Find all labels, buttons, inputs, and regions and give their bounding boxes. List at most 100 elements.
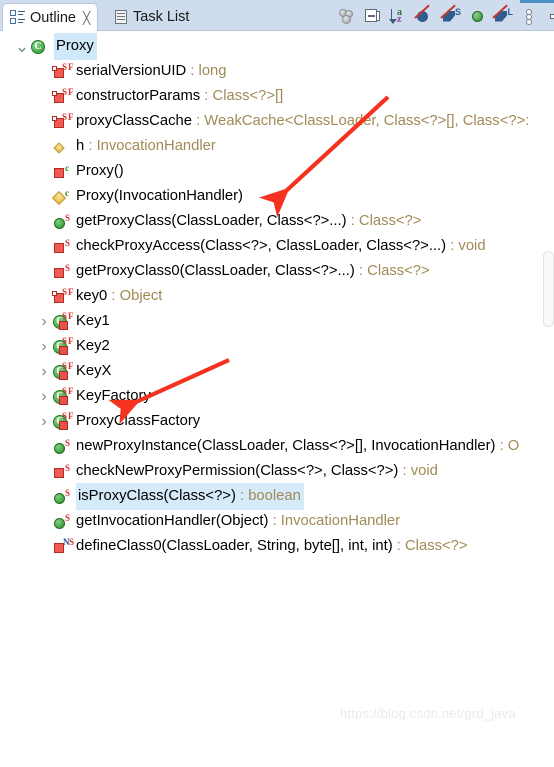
tree-row[interactable]: ScheckNewProxyPermission(Class<?>, Class… — [36, 459, 438, 484]
tree-row-name: Key1 — [76, 313, 110, 329]
hide-local-types-icon: L — [494, 9, 512, 25]
tree-row-return-type: : long — [186, 63, 226, 79]
tree-row-label: checkProxyAccess(Class<?>, ClassLoader, … — [76, 234, 486, 259]
tree-row-name: newProxyInstance(ClassLoader, Class<?>[]… — [76, 438, 495, 454]
tree-row[interactable]: SFserialVersionUID : long — [36, 59, 227, 84]
chevron-right-icon[interactable]: › — [36, 309, 52, 334]
minimize-button[interactable] — [544, 7, 554, 27]
green-dot-icon — [472, 11, 483, 22]
watermark-text: https://blog.csdn.net/grd_java — [340, 706, 516, 721]
tree-row[interactable]: SgetProxyClass(ClassLoader, Class<?>...)… — [36, 209, 421, 234]
tree-row[interactable]: ›CSFKeyX — [36, 359, 111, 384]
public-method-icon: S — [52, 487, 72, 507]
private-inner-class-icon: CSF — [52, 412, 72, 432]
modifier-badge-static: S — [65, 239, 70, 248]
hide-fields-button[interactable] — [414, 7, 436, 27]
chevron-right-icon[interactable]: › — [36, 334, 52, 359]
chevron-right-icon[interactable]: › — [36, 384, 52, 409]
tree-row[interactable]: ›CSFKeyFactory — [36, 384, 151, 409]
modifier-badge-constructor: c — [65, 164, 69, 173]
twisty-placeholder — [36, 534, 52, 559]
tree-row-return-type: : WeakCache<ClassLoader, Class<?>[], Cla… — [192, 113, 529, 129]
outline-view-icon — [10, 10, 25, 25]
close-icon[interactable]: ╳ — [83, 12, 90, 24]
twisty-placeholder — [36, 509, 52, 534]
modifier-badge-static: S — [62, 312, 67, 321]
private-inner-class-icon: CSF — [52, 312, 72, 332]
private-method-icon: S — [52, 262, 72, 282]
tab-task-list[interactable]: Task List — [108, 3, 196, 31]
hide-static-button[interactable]: S — [440, 7, 462, 27]
sort-button[interactable]: a z — [388, 7, 410, 27]
tree-row[interactable]: SnewProxyInstance(ClassLoader, Class<?>[… — [36, 434, 519, 459]
tree-row[interactable]: ›CSFKey2 — [36, 334, 110, 359]
tree-row-name: checkProxyAccess(Class<?>, ClassLoader, … — [76, 238, 446, 254]
tree-row-label: serialVersionUID : long — [76, 59, 227, 84]
tree-row[interactable]: SFkey0 : Object — [36, 284, 162, 309]
tree-row-name: serialVersionUID — [76, 63, 186, 79]
tree-row-return-type: : Object — [107, 288, 162, 304]
twisty-placeholder — [36, 84, 52, 109]
tree-row-return-type: : O — [495, 438, 519, 454]
tree-row[interactable]: ›CSFKey1 — [36, 309, 110, 334]
private-method-icon: NS — [52, 537, 72, 557]
tab-outline-label: Outline — [30, 10, 76, 26]
public-method-icon — [54, 518, 65, 529]
tree-row[interactable]: SgetProxyClass0(ClassLoader, Class<?>...… — [36, 259, 430, 284]
tree-row[interactable]: SisProxyClass(Class<?>) : boolean — [36, 484, 304, 509]
tree-row-name: getProxyClass(ClassLoader, Class<?>...) — [76, 213, 347, 229]
protected-field-icon — [52, 137, 72, 157]
tree-row-label: constructorParams : Class<?>[] — [76, 84, 283, 109]
focus-on-active-task-button[interactable] — [336, 7, 358, 27]
tree-row-label: Proxy — [54, 33, 97, 60]
tree-row[interactable]: c Proxy() — [36, 159, 124, 184]
twisty-placeholder — [36, 484, 52, 509]
public-method-icon — [54, 493, 65, 504]
tree-row-name: Proxy(InvocationHandler) — [76, 188, 243, 204]
modifier-badge-final: F — [68, 63, 74, 72]
tree-row-name: constructorParams — [76, 88, 200, 104]
chevron-down-icon[interactable]: ⌄ — [14, 34, 30, 59]
tree-row[interactable]: SFconstructorParams : Class<?>[] — [36, 84, 283, 109]
view-menu-button[interactable] — [518, 7, 540, 27]
tree-row[interactable]: ›CSFProxyClassFactory — [36, 409, 200, 434]
private-inner-class-icon: CSF — [52, 362, 72, 382]
tree-row-name: isProxyClass(Class<?>) — [78, 488, 236, 504]
tree-row[interactable]: SFproxyClassCache : WeakCache<ClassLoade… — [36, 109, 529, 134]
tree-row[interactable]: h : InvocationHandler — [36, 134, 216, 159]
collapse-all-button[interactable] — [362, 7, 384, 27]
hide-local-types-button[interactable]: L — [492, 7, 514, 27]
tree-row[interactable]: ScheckProxyAccess(Class<?>, ClassLoader,… — [36, 234, 486, 259]
tree-row-name: ProxyClassFactory — [76, 413, 200, 429]
vertical-scrollbar-thumb[interactable] — [543, 251, 554, 327]
outline-tree[interactable]: ⌄CProxySFserialVersionUID : longSFconstr… — [0, 31, 554, 736]
tree-row[interactable]: NSdefineClass0(ClassLoader, String, byte… — [36, 534, 468, 559]
sort-az-icon: a z — [390, 8, 408, 25]
class-icon: C — [30, 37, 50, 57]
chevron-right-icon[interactable]: › — [36, 409, 52, 434]
tree-row[interactable]: ⌄CProxy — [14, 34, 97, 59]
tree-row-label: key0 : Object — [76, 284, 162, 309]
modifier-badge-static: S — [65, 439, 70, 448]
private-field-icon: SF — [52, 62, 72, 82]
tree-row-label: Proxy() — [76, 159, 124, 184]
chevron-right-icon[interactable]: › — [36, 359, 52, 384]
tree-row-label: h : InvocationHandler — [76, 134, 216, 159]
tree-row-return-type: : Class<?>[] — [200, 88, 283, 104]
tree-row-name: Key2 — [76, 338, 110, 354]
twisty-placeholder — [36, 434, 52, 459]
tree-row-name: KeyX — [76, 363, 111, 379]
modifier-badge-final: F — [68, 288, 74, 297]
twisty-placeholder — [36, 109, 52, 134]
tree-row-label: checkNewProxyPermission(Class<?>, Class<… — [76, 459, 438, 484]
tab-outline[interactable]: Outline ╳ — [2, 3, 98, 31]
public-method-icon: S — [52, 437, 72, 457]
tree-row-label: defineClass0(ClassLoader, String, byte[]… — [76, 534, 468, 559]
show-public-button[interactable] — [466, 7, 488, 27]
view-menu-icon — [525, 9, 534, 25]
tree-row[interactable]: SgetInvocationHandler(Object) : Invocati… — [36, 509, 400, 534]
tree-row[interactable]: cProxy(InvocationHandler) — [36, 184, 243, 209]
twisty-placeholder — [36, 259, 52, 284]
private-field-icon: SF — [52, 87, 72, 107]
hide-static-icon: S — [442, 9, 460, 25]
